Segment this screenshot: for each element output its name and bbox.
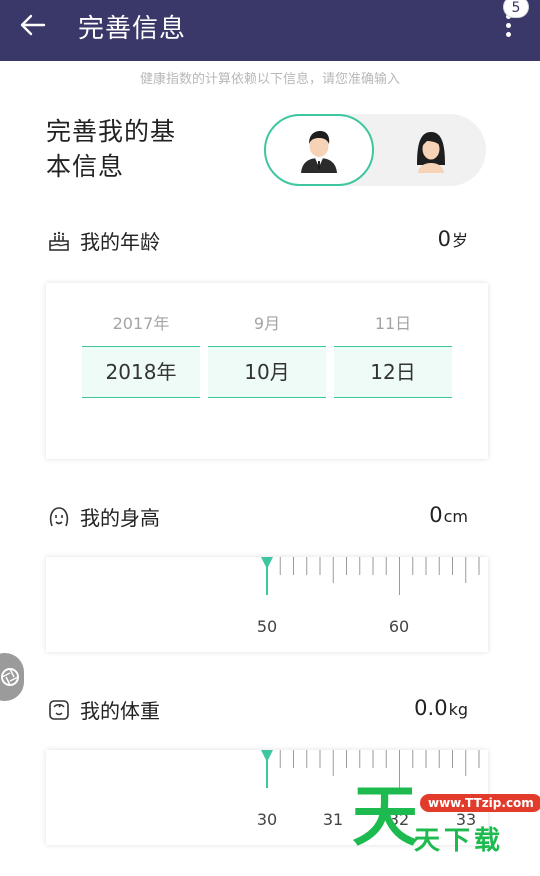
- gender-toggle: [264, 114, 486, 186]
- watermark-text: 天下载: [414, 826, 505, 856]
- weight-section-label: 我的体重: [46, 695, 160, 724]
- top-app-bar: 完善信息 5: [0, 0, 540, 61]
- day-prev[interactable]: 11日: [334, 310, 452, 334]
- weight-label: 我的体重: [80, 699, 160, 723]
- month-selected[interactable]: 10月: [208, 346, 326, 398]
- aperture-icon: [1, 668, 19, 686]
- weight-ruler-label-30: 30: [256, 810, 278, 829]
- date-picker[interactable]: 2017年 9月 11日 2018年 10月 12日: [46, 283, 488, 459]
- month-prev[interactable]: 9月: [208, 310, 326, 334]
- height-value-display: 0cm: [429, 503, 468, 527]
- site-watermark: 天 www.TTzip.com 天下载: [348, 780, 540, 856]
- age-value: 0: [437, 227, 451, 251]
- day-selected[interactable]: 12日: [334, 346, 452, 398]
- age-value-display: 0岁: [438, 227, 468, 251]
- male-avatar-icon: [301, 131, 337, 173]
- body-measure-icon: [46, 504, 72, 530]
- height-ruler-ticks: [261, 557, 480, 595]
- page-title: 完善信息: [78, 14, 187, 44]
- watermark-logo: 天: [352, 777, 418, 855]
- age-section-label: 我的年龄: [46, 226, 160, 255]
- cake-icon: [46, 228, 72, 254]
- gender-female-option[interactable]: [376, 114, 486, 186]
- female-avatar-icon: [417, 132, 445, 173]
- weight-unit: kg: [448, 700, 468, 719]
- height-unit: cm: [443, 507, 468, 526]
- height-ruler-label-50: 50: [256, 617, 278, 636]
- watermark-url: www.TTzip.com: [420, 794, 540, 812]
- scale-icon: [46, 697, 72, 723]
- height-ruler[interactable]: 50 60: [46, 557, 488, 652]
- back-button[interactable]: [18, 10, 48, 40]
- arrow-left-icon: [20, 14, 46, 36]
- height-label: 我的身高: [80, 506, 160, 530]
- weight-value-display: 0.0kg: [414, 696, 468, 720]
- notification-badge: 5: [503, 0, 529, 18]
- hint-text: 健康指数的计算依赖以下信息，请您准确输入: [139, 72, 400, 87]
- age-label: 我的年龄: [80, 230, 160, 254]
- intro-title: 完善我的基本信息: [46, 117, 177, 181]
- year-prev[interactable]: 2017年: [82, 310, 200, 334]
- height-ruler-label-60: 60: [388, 617, 410, 636]
- age-unit: 岁: [451, 231, 468, 250]
- weight-ruler-indicator: [261, 750, 273, 788]
- height-ruler-indicator: [261, 557, 273, 595]
- year-selected[interactable]: 2018年: [82, 346, 200, 398]
- weight-ruler-label-31: 31: [322, 810, 344, 829]
- height-section-label: 我的身高: [46, 502, 160, 531]
- floating-assistant-button[interactable]: [0, 653, 24, 701]
- gender-male-option[interactable]: [264, 114, 374, 186]
- weight-value: 0.0: [414, 696, 448, 720]
- height-value: 0: [429, 503, 443, 527]
